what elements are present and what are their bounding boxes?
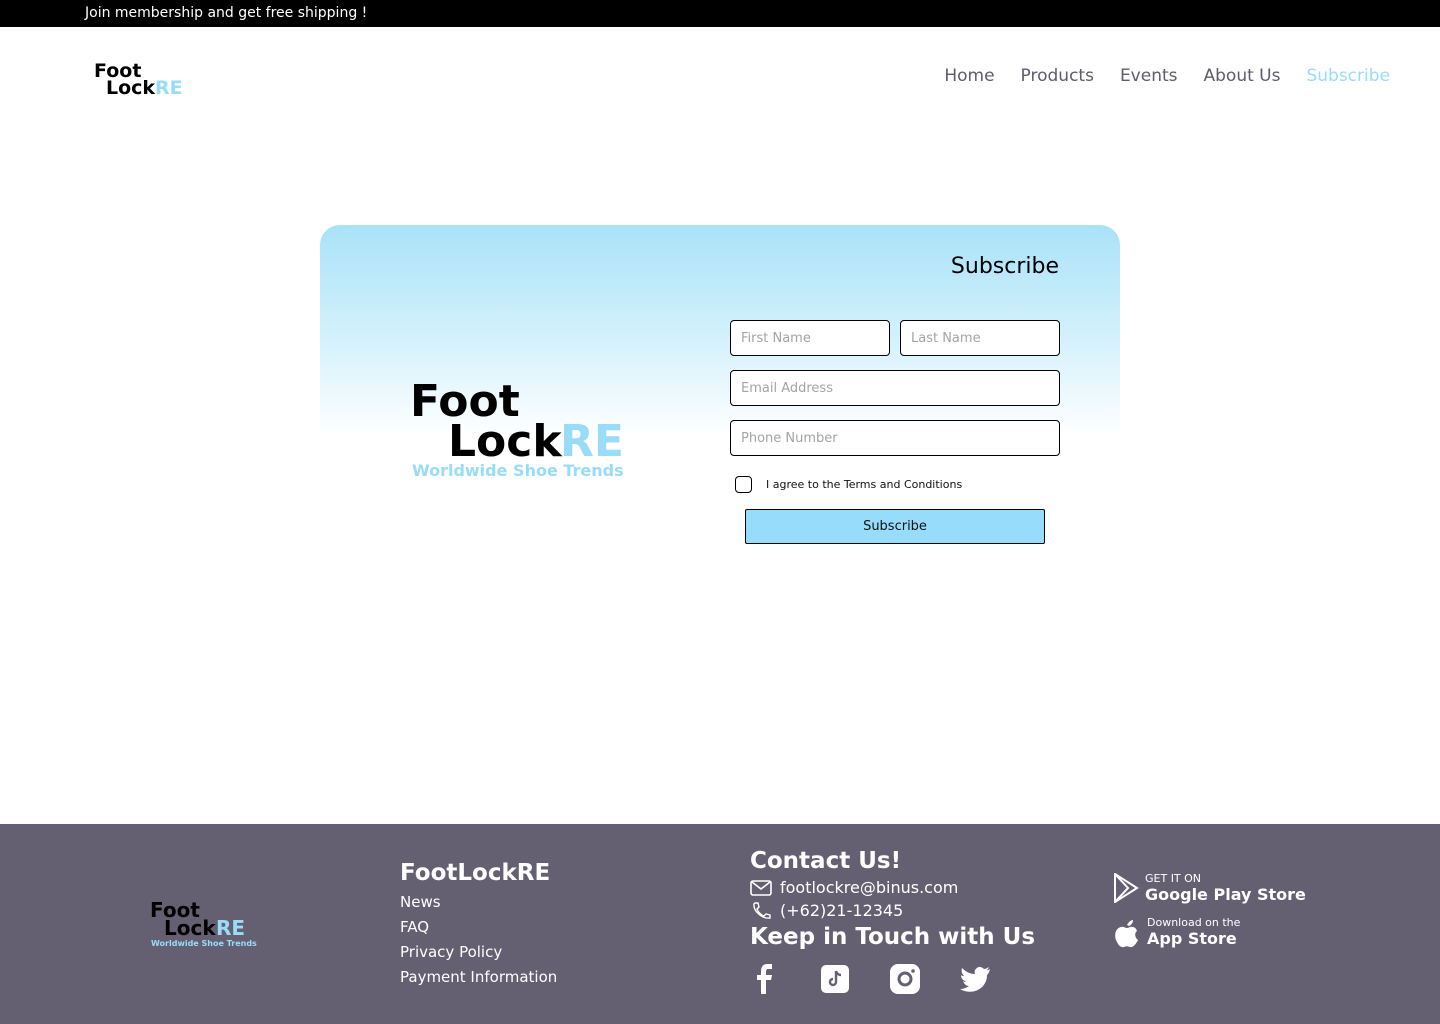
footer-logo[interactable]: Foot Lock RE Worldwide Shoe Trends: [148, 898, 258, 952]
nav-subscribe[interactable]: Subscribe: [1306, 66, 1390, 86]
nav-events[interactable]: Events: [1120, 66, 1178, 86]
nav-home[interactable]: Home: [944, 66, 994, 86]
facebook-icon[interactable]: [750, 964, 780, 994]
contact-email: footlockre@binus.com: [780, 878, 959, 897]
logo-part2: Lock: [106, 77, 155, 98]
terms-label: I agree to the Terms and Conditions: [766, 478, 963, 491]
first-name-field[interactable]: [730, 320, 890, 356]
logo-part3: RE: [155, 77, 183, 98]
contact-email-row[interactable]: footlockre@binus.com: [750, 878, 1035, 897]
apple-icon: [1115, 920, 1138, 948]
phone-field[interactable]: [730, 420, 1060, 456]
google-play-big: Google Play Store: [1145, 885, 1306, 904]
footer-contact: Contact Us! footlockre@binus.com (+62)21…: [750, 848, 1035, 994]
subscribe-title: Subscribe: [950, 254, 1059, 279]
contact-phone-row[interactable]: (+62)21-12345: [750, 901, 1035, 920]
social-title: Keep in Touch with Us: [750, 924, 1036, 950]
google-play-small: GET IT ON: [1145, 872, 1202, 885]
instagram-icon[interactable]: [890, 964, 920, 994]
nav-products[interactable]: Products: [1021, 66, 1094, 86]
footer-stores: GET IT ON Google Play Store Download on …: [1113, 872, 1306, 948]
footer-logo-part3: RE: [216, 916, 245, 940]
footer-logo-part2: Lock: [164, 916, 216, 940]
app-store-big: App Store: [1147, 929, 1237, 948]
mail-icon: [750, 879, 772, 896]
google-play-icon: [1114, 873, 1139, 903]
subscribe-button[interactable]: Subscribe: [745, 509, 1045, 544]
google-play-button[interactable]: GET IT ON Google Play Store: [1113, 872, 1306, 904]
terms-row: I agree to the Terms and Conditions: [735, 476, 962, 493]
app-store-small: Download on the: [1147, 916, 1241, 929]
contact-phone: (+62)21-12345: [780, 901, 904, 920]
email-field[interactable]: [730, 370, 1060, 406]
terms-checkbox[interactable]: [735, 476, 752, 493]
subscribe-card: Foot Lock RE Worldwide Shoe Trends Subsc…: [320, 225, 1120, 565]
tiktok-icon[interactable]: [820, 964, 850, 994]
card-logo-part2: Lock: [448, 416, 563, 467]
phone-icon: [753, 901, 771, 919]
last-name-field[interactable]: [900, 320, 1060, 356]
card-logo-tagline: Worldwide Shoe Trends: [412, 461, 624, 480]
footer: Foot Lock RE Worldwide Shoe Trends FootL…: [0, 824, 1440, 1024]
app-store-button[interactable]: Download on the App Store: [1113, 916, 1306, 948]
footer-link-privacy[interactable]: Privacy Policy: [400, 943, 557, 961]
footer-brand-title: FootLockRE: [400, 860, 551, 886]
footer-link-faq[interactable]: FAQ: [400, 918, 557, 936]
twitter-icon[interactable]: [960, 964, 990, 994]
social-links: [750, 964, 1035, 994]
header-logo[interactable]: Foot Lock RE: [92, 58, 192, 98]
card-logo-part3: RE: [560, 416, 624, 467]
promo-text: Join membership and get free shipping !: [85, 5, 368, 21]
contact-title: Contact Us!: [750, 848, 902, 874]
footer-logo-tagline: Worldwide Shoe Trends: [151, 939, 257, 948]
nav-about-us[interactable]: About Us: [1204, 66, 1281, 86]
card-logo: Foot Lock RE Worldwide Shoe Trends: [410, 376, 624, 480]
promo-bar: Join membership and get free shipping !: [0, 0, 1440, 27]
footer-link-news[interactable]: News: [400, 893, 557, 911]
main-nav: Home Products Events About Us Subscribe: [944, 66, 1390, 86]
footer-link-payment[interactable]: Payment Information: [400, 968, 557, 986]
footer-links: FootLockRE News FAQ Privacy Policy Payme…: [400, 860, 557, 986]
